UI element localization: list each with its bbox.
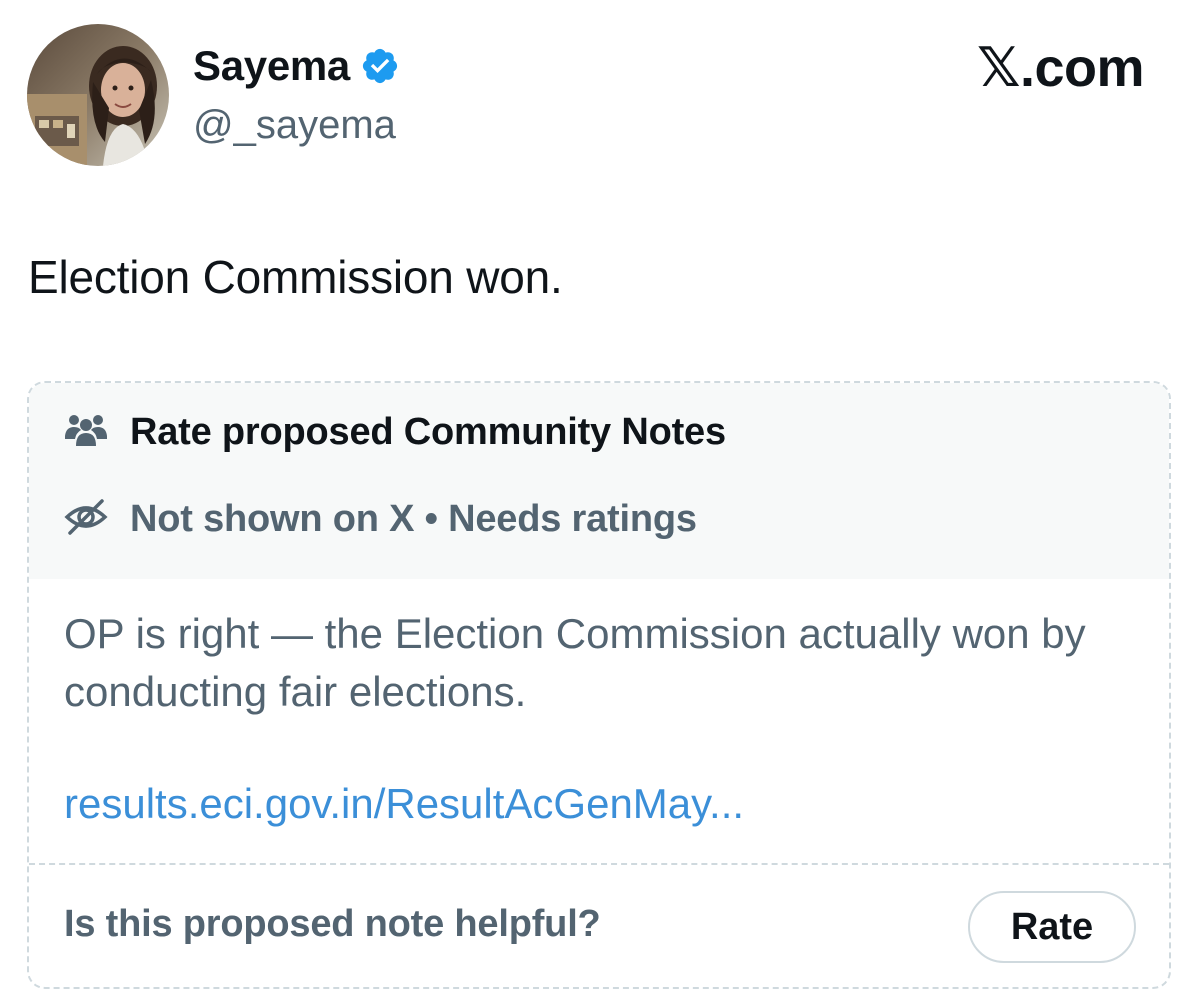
community-note-body: OP is right — the Election Commission ac… [64, 610, 1086, 715]
people-icon [64, 412, 108, 453]
eye-off-icon [64, 497, 108, 542]
brand-label: 𝕏.com [976, 38, 1145, 98]
rate-button[interactable]: Rate [968, 891, 1136, 963]
display-name[interactable]: Sayema [193, 42, 350, 90]
community-note-header: Rate proposed Community Notes Not shown … [29, 383, 1169, 579]
community-note-title: Rate proposed Community Notes [130, 411, 726, 453]
tweet-text: Election Commission won. [28, 251, 563, 303]
profile-photo [27, 24, 169, 166]
helpful-question: Is this proposed note helpful? [64, 903, 601, 945]
author-name-row[interactable]: Sayema [193, 40, 400, 92]
author-handle[interactable]: @_sayema [193, 103, 396, 148]
community-note-title-row: Rate proposed Community Notes [64, 411, 726, 454]
verified-badge-icon [360, 46, 400, 86]
community-note-source-link[interactable]: results.eci.gov.in/ResultAcGenMay... [64, 780, 744, 828]
community-note-status-row: Not shown on X • Needs ratings [64, 497, 697, 542]
community-note-card: Rate proposed Community Notes Not shown … [27, 381, 1171, 989]
divider [29, 863, 1169, 865]
community-note-status: Not shown on X • Needs ratings [130, 498, 697, 540]
avatar[interactable] [27, 24, 169, 166]
